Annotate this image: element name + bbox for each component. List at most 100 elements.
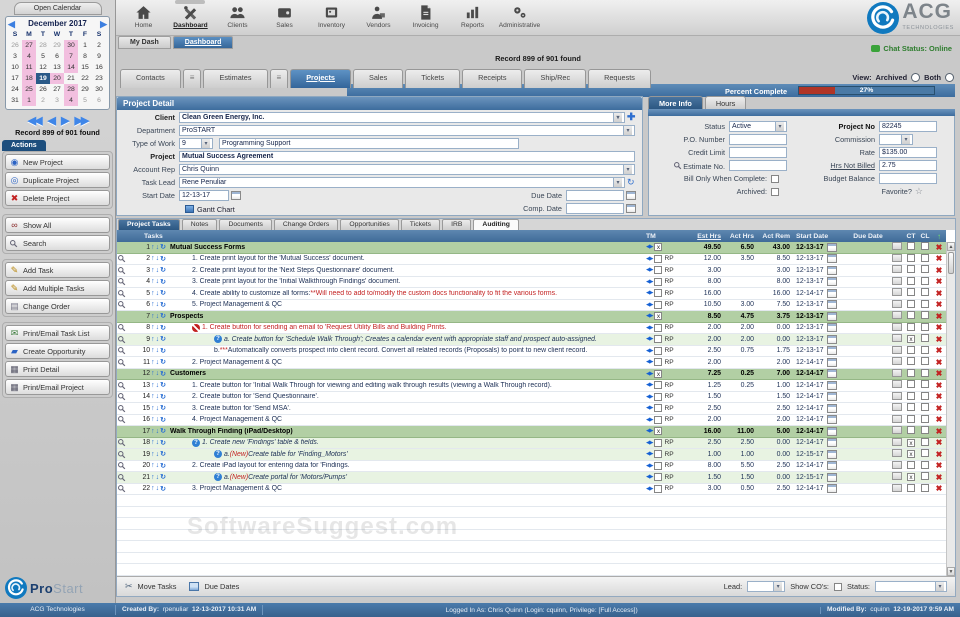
calendar-next-icon[interactable]: ▶ — [100, 19, 107, 28]
due-dates-button[interactable]: Due Dates — [204, 582, 239, 591]
tab-hours[interactable]: Hours — [704, 96, 747, 109]
ct-checkbox[interactable] — [907, 288, 915, 297]
cl-checkbox[interactable] — [921, 334, 929, 343]
tm-checkbox[interactable] — [654, 335, 663, 344]
calendar-icon[interactable] — [826, 403, 837, 413]
move-down-icon[interactable]: ↓ — [156, 416, 160, 423]
delete-task-icon[interactable]: ✖ — [932, 484, 946, 493]
move-up-icon[interactable]: ↑ — [151, 451, 155, 458]
tm-arrows-icon[interactable]: ◀▶ — [646, 394, 654, 400]
account-rep-combo[interactable]: Chris Quinn ▾ — [179, 163, 635, 175]
tm-checkbox[interactable] — [654, 289, 663, 298]
calendar-day[interactable]: 4 — [22, 51, 36, 62]
tm-arrows-icon[interactable]: ◀▶ — [646, 463, 654, 469]
tm-checkbox[interactable] — [654, 392, 663, 401]
ct-checkbox[interactable] — [907, 357, 915, 366]
calendar-day[interactable]: 14 — [64, 62, 78, 73]
subtab-my-dash[interactable]: My Dash — [118, 36, 171, 49]
calendar-day[interactable]: 9 — [92, 51, 106, 62]
calendar-day[interactable]: 21 — [64, 73, 78, 84]
po-number-field[interactable] — [729, 134, 787, 145]
delete-task-icon[interactable]: ✖ — [932, 461, 946, 470]
move-down-icon[interactable]: ↓ — [156, 301, 160, 308]
delete-task-icon[interactable]: ✖ — [932, 254, 946, 263]
change-order-button[interactable]: ▤ Change Order — [5, 298, 110, 314]
move-up-icon[interactable]: ↑ — [151, 359, 155, 366]
task-row[interactable]: 3 ↑ ↓ ↻ 2. Create print layout for the 'Next… — [117, 265, 946, 277]
add-task-button[interactable]: ✎ Add Task — [5, 262, 110, 278]
delete-task-icon[interactable]: ✖ — [932, 438, 946, 447]
task-group-row[interactable]: 12 ↑ ↓ ↻ Customers ◀▶ x 7.25 0.25 7.00 12-14-17 ✖ — [117, 368, 946, 380]
move-down-icon[interactable]: ↓ — [156, 428, 160, 435]
scroll-down-icon[interactable]: ▼ — [947, 567, 955, 576]
task-row[interactable]: 22 ↑ ↓ ↻ 3. Project Management & QC ◀▶ RP 3.00 0… — [117, 483, 946, 495]
zoom-task-icon[interactable] — [117, 266, 130, 275]
tm-checkbox[interactable] — [654, 415, 663, 424]
calendar-day[interactable]: 1 — [22, 95, 36, 106]
tm-checkbox[interactable]: x — [654, 312, 663, 321]
tm-checkbox[interactable] — [654, 300, 663, 309]
record-next-button[interactable]: ▶ — [61, 114, 70, 127]
favorite-icon[interactable]: ☆ — [915, 186, 923, 197]
calendar-icon[interactable] — [826, 380, 837, 390]
question-icon[interactable]: ? — [214, 473, 222, 482]
move-down-icon[interactable]: ↓ — [156, 267, 160, 274]
lead-select[interactable]: ▾ — [747, 581, 786, 592]
zoom-task-icon[interactable] — [117, 392, 130, 401]
cl-checkbox[interactable] — [921, 380, 929, 389]
tm-arrows-icon[interactable]: ◀▶ — [646, 382, 654, 388]
estimate-no-field[interactable] — [729, 160, 787, 171]
col-act-rem[interactable]: Act Rem — [758, 233, 794, 240]
tm-arrows-icon[interactable]: ◀▶ — [646, 417, 654, 423]
calendar-icon[interactable] — [826, 392, 837, 402]
calendar-day[interactable]: 18 — [22, 73, 36, 84]
tm-arrows-icon[interactable]: ◀▶ — [646, 244, 654, 250]
task-detail-button[interactable] — [892, 253, 902, 262]
move-up-icon[interactable]: ↑ — [151, 393, 155, 400]
move-down-icon[interactable]: ↓ — [156, 405, 160, 412]
ct-checkbox[interactable] — [907, 299, 915, 308]
question-icon[interactable]: ? — [192, 438, 200, 447]
calendar-icon[interactable] — [826, 438, 837, 448]
calendar-icon[interactable] — [826, 334, 837, 344]
tm-arrows-icon[interactable]: ◀▶ — [646, 267, 654, 273]
comp-date-field[interactable] — [566, 202, 624, 214]
move-up-icon[interactable]: ↑ — [151, 370, 155, 377]
ct-checkbox[interactable] — [907, 391, 915, 400]
record-first-button[interactable]: ◀◀ — [28, 114, 43, 127]
nav-home[interactable]: Home — [120, 2, 167, 29]
hrs-not-billed-label[interactable]: Hrs Not Billed — [801, 161, 879, 170]
delete-task-icon[interactable]: ✖ — [932, 450, 946, 459]
tab-auditing[interactable]: Auditing — [473, 219, 519, 230]
zoom-task-icon[interactable] — [117, 323, 130, 332]
calendar-icon[interactable] — [626, 190, 636, 200]
move-up-icon[interactable]: ↑ — [151, 313, 155, 320]
tab-more-info[interactable]: More Info — [648, 96, 703, 109]
ct-checkbox[interactable] — [907, 311, 915, 320]
calendar-day[interactable]: 17 — [8, 73, 22, 84]
calendar-day[interactable]: 2 — [92, 40, 106, 51]
delete-task-icon[interactable]: ✖ — [932, 404, 946, 413]
question-icon[interactable]: ? — [214, 450, 222, 459]
calendar-day[interactable]: 3 — [8, 51, 22, 62]
tm-checkbox[interactable] — [654, 358, 663, 367]
tab-tickets[interactable]: Tickets — [400, 219, 441, 230]
zoom-task-icon[interactable] — [117, 484, 130, 493]
tm-checkbox[interactable]: x — [654, 243, 663, 252]
calendar-day[interactable]: 29 — [50, 40, 64, 51]
chevron-down-icon[interactable]: ▾ — [613, 112, 622, 122]
gantt-chart-link[interactable]: Gantt Chart — [185, 205, 235, 214]
task-lead-combo[interactable]: Rene Penuliar ▾ — [179, 176, 625, 188]
cl-checkbox[interactable] — [921, 368, 929, 377]
chevron-down-icon[interactable]: ▾ — [901, 135, 910, 144]
calendar-day[interactable]: 15 — [78, 62, 92, 73]
move-down-icon[interactable]: ↓ — [156, 359, 160, 366]
show-all-button[interactable]: ∞ Show All — [5, 217, 110, 233]
both-radio[interactable] — [945, 73, 954, 82]
tm-checkbox[interactable] — [654, 404, 663, 413]
task-row[interactable]: 8 ↑ ↓ ↻ 1. Create button for sending an emai… — [117, 322, 946, 334]
nav-inventory[interactable]: Inventory — [308, 2, 355, 29]
tm-checkbox[interactable] — [654, 381, 663, 390]
move-up-icon[interactable]: ↑ — [151, 439, 155, 446]
task-detail-button[interactable] — [892, 483, 902, 492]
